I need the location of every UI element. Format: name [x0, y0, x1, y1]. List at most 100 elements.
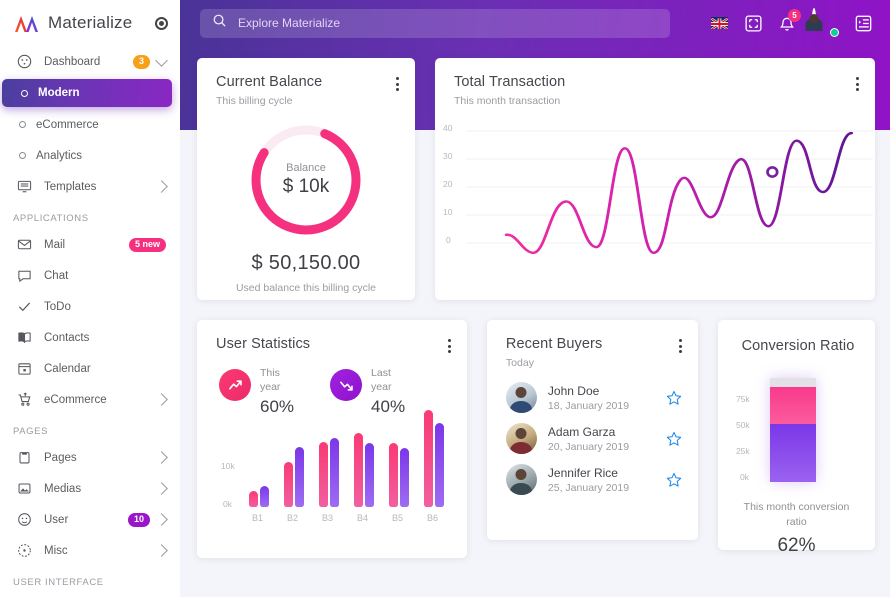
- star-outline-icon[interactable]: [666, 431, 682, 447]
- sidebar-item-label: Calendar: [44, 362, 91, 375]
- sidebar-item-calendar[interactable]: Calendar: [0, 353, 180, 384]
- more-options-icon[interactable]: [396, 74, 399, 91]
- segment-converted: [769, 424, 816, 482]
- x-tick-b2: B2: [287, 513, 299, 524]
- more-options-icon[interactable]: [447, 336, 451, 353]
- y-tick-25k: 25k: [735, 446, 750, 456]
- y-tick-50k: 50k: [735, 420, 750, 430]
- sidebar-item-pages[interactable]: Pages: [0, 442, 180, 473]
- star-outline-icon[interactable]: [666, 472, 682, 488]
- sidebar-item-ecommerce-dash[interactable]: eCommerce: [0, 109, 180, 140]
- sidebar-item-label: Dashboard: [44, 55, 101, 68]
- bar-group-b1: [249, 486, 269, 508]
- trending-down-icon: [330, 369, 363, 401]
- sidebar-item-label: Misc: [44, 544, 68, 557]
- chevron-right-icon[interactable]: [155, 393, 168, 406]
- bar-this-year: [354, 433, 363, 508]
- conversion-footer: This month conversion ratio: [743, 501, 850, 529]
- recent-buyers-card: Recent Buyers Today John Doe 18, January…: [486, 320, 698, 540]
- chevron-right-icon[interactable]: [155, 180, 168, 193]
- check-icon: [14, 299, 34, 314]
- search-bar[interactable]: [200, 8, 670, 38]
- sidebar: Materialize Dashboard 3 Modern eCommerce…: [0, 0, 180, 597]
- stat-period-line2: year: [371, 380, 392, 393]
- chevron-right-icon[interactable]: [155, 451, 168, 464]
- list-item[interactable]: Jennifer Rice 25, January 2019: [487, 459, 698, 500]
- bell-badge: 5: [788, 8, 801, 22]
- stat-period-line1: Last: [371, 367, 391, 379]
- sidebar-item-medias[interactable]: Medias: [0, 473, 180, 504]
- sidebar-section-applications: APPLICATIONS: [13, 213, 89, 224]
- list-toggle-icon[interactable]: [855, 15, 872, 32]
- sidebar-item-user[interactable]: User 10: [0, 504, 180, 535]
- y-tick-75k: 75k: [735, 394, 750, 404]
- bar-this-year: [284, 462, 293, 508]
- total-transaction-card: Total Transaction This month transaction: [435, 58, 875, 300]
- bar-group-b6: [424, 410, 444, 508]
- more-options-icon[interactable]: [678, 336, 682, 353]
- list-item[interactable]: John Doe 18, January 2019: [487, 377, 698, 418]
- x-tick-b3: B3: [322, 513, 334, 524]
- sidebar-item-mail[interactable]: Mail 5 new: [0, 229, 180, 260]
- brand[interactable]: Materialize: [0, 0, 180, 46]
- y-tick-0k: 0k: [739, 472, 749, 482]
- fullscreen-icon[interactable]: [745, 14, 762, 32]
- sidebar-item-analytics[interactable]: Analytics: [0, 140, 180, 171]
- bell-icon[interactable]: 5: [779, 8, 801, 32]
- list-item[interactable]: Adam Garza 20, January 2019: [487, 418, 698, 459]
- sidebar-item-todo[interactable]: ToDo: [0, 291, 180, 322]
- sidebar-item-dashboard[interactable]: Dashboard 3: [0, 46, 180, 77]
- chevron-right-icon[interactable]: [155, 482, 168, 495]
- bar-this-year: [389, 443, 398, 508]
- x-tick-b6: B6: [427, 513, 439, 524]
- sidebar-item-label: Medias: [44, 482, 82, 495]
- sidebar-item-label: Analytics: [36, 149, 83, 162]
- balance-footer: Used balance this billing cycle: [235, 282, 377, 294]
- sidebar-item-templates[interactable]: Templates: [0, 171, 180, 202]
- materialize-logo-icon: [14, 12, 40, 34]
- misc-icon: [14, 543, 34, 558]
- user-statistics-bar-chart: 10k 0k B1 B2 B3 B4 B5 B6: [209, 410, 457, 529]
- chevron-down-icon[interactable]: [155, 53, 168, 67]
- header-actions: 5: [711, 8, 882, 37]
- star-outline-icon[interactable]: [666, 390, 682, 406]
- circle-dot-icon: [19, 121, 26, 128]
- chevron-right-icon[interactable]: [155, 513, 168, 526]
- buyer-date: 18, January 2019: [547, 399, 630, 412]
- card-subtitle: Today: [505, 357, 534, 369]
- sidebar-item-contacts[interactable]: Contacts: [0, 322, 180, 353]
- bar-this-year: [319, 442, 328, 508]
- search-icon: [212, 13, 227, 33]
- chevron-right-icon[interactable]: [155, 544, 168, 557]
- user-badge: 10: [127, 512, 150, 527]
- buyers-list: John Doe 18, January 2019 Adam Garza 20,…: [487, 377, 698, 500]
- calendar-icon: [14, 361, 34, 376]
- stat-percent: 60%: [260, 396, 295, 416]
- stat-last-year: Last year 40%: [330, 367, 405, 418]
- sidebar-item-label: Templates: [44, 180, 97, 193]
- user-icon: [14, 512, 34, 527]
- main-content: Current Balance This billing cycle Balan…: [180, 0, 890, 597]
- stat-this-year: This year 60%: [219, 367, 294, 418]
- card-title: Conversion Ratio: [741, 338, 855, 354]
- sidebar-item-modern[interactable]: Modern: [2, 79, 172, 107]
- card-subtitle: This billing cycle: [216, 95, 293, 107]
- card-title: Current Balance: [216, 74, 323, 90]
- user-avatar[interactable]: [812, 8, 839, 37]
- sidebar-item-ecommerce[interactable]: eCommerce: [0, 384, 180, 415]
- chat-icon: [14, 268, 34, 283]
- sidebar-item-misc[interactable]: Misc: [0, 535, 180, 566]
- uk-flag-icon[interactable]: [711, 17, 728, 29]
- x-tick-b5: B5: [392, 513, 404, 524]
- search-input[interactable]: [238, 16, 658, 30]
- sidebar-item-label: eCommerce: [44, 393, 107, 406]
- more-options-icon[interactable]: [856, 74, 859, 91]
- radio-dot-icon[interactable]: [155, 16, 168, 30]
- sidebar-section-user-interface: USER INTERFACE: [13, 577, 104, 588]
- buyer-name: John Doe: [547, 383, 600, 398]
- segment-remaining: [769, 378, 816, 387]
- dashboard-icon: [14, 54, 34, 69]
- sidebar-item-chat[interactable]: Chat: [0, 260, 180, 291]
- stacked-bar: [769, 378, 816, 482]
- bar-this-year: [424, 410, 433, 508]
